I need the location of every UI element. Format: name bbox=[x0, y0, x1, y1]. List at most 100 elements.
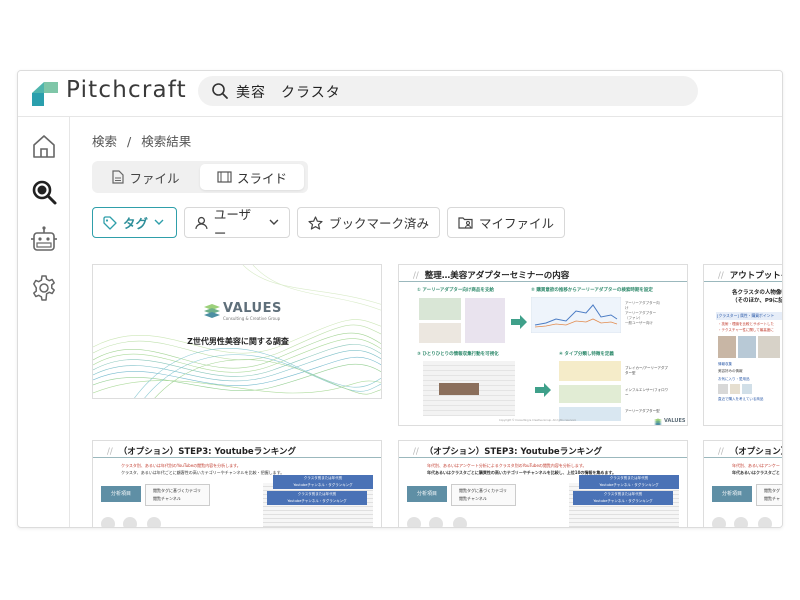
avatar bbox=[123, 517, 137, 527]
user-icon bbox=[195, 216, 208, 229]
chevron-down-icon bbox=[154, 219, 164, 225]
slide-text: ・技術・理論を比較とサポートした bbox=[718, 322, 774, 326]
breadcrumb: 検索 / 検索結果 bbox=[92, 131, 197, 150]
slide-footer-brand: VALUES bbox=[664, 418, 686, 424]
step2-chart bbox=[531, 297, 621, 333]
ranking-header: クラスタ別または年代別 Youtubeチャンネル・タグランキング bbox=[573, 491, 673, 505]
cover-title: Z世代男性美容に関する調査 bbox=[187, 337, 289, 346]
step1-product-image bbox=[465, 298, 505, 343]
home-icon[interactable] bbox=[29, 131, 59, 161]
avatar bbox=[429, 517, 443, 527]
cluster-label: [クラスター] 属性・購買ポイント bbox=[716, 312, 782, 320]
section-label: お気に入り・愛用品 bbox=[718, 377, 750, 381]
avatar bbox=[758, 517, 772, 527]
title-divider bbox=[704, 281, 782, 282]
analysis-item: 閲覧タグに基づくカテゴリ bbox=[153, 488, 201, 493]
tab-file-label: ファイル bbox=[129, 170, 180, 186]
filter-bookmark-label: ブックマーク済み bbox=[329, 216, 430, 231]
file-icon bbox=[112, 170, 125, 184]
slide-card[interactable]: VALUES Consulting & Creative Group Z世代男性… bbox=[92, 264, 382, 399]
legend-item: アーリーアダプター（ファン） bbox=[625, 311, 657, 320]
ranking-table bbox=[263, 483, 373, 527]
slide-card[interactable]: //（オプション）STEP3: Youtubeランキング 年代別、あるいはアンケ… bbox=[398, 440, 688, 527]
avatar bbox=[734, 517, 748, 527]
title-divider bbox=[399, 457, 687, 458]
analysis-item: 閲覧チャ bbox=[764, 496, 780, 501]
slide-footer: Copyright © Consulting & Creative Group.… bbox=[499, 419, 577, 422]
gear-icon[interactable] bbox=[29, 273, 59, 303]
cover-brand: VALUES bbox=[223, 301, 282, 316]
step2-heading: ② 購買意欲の推移からアーリーアダプターの検索時期を設定 bbox=[531, 288, 653, 293]
tab-slide[interactable]: スライド bbox=[200, 164, 304, 190]
avatar bbox=[101, 517, 115, 527]
filter-user[interactable]: ユーザー bbox=[184, 207, 290, 241]
slide-title: //（オプション）STEP3: Youtubeランキング bbox=[413, 447, 602, 457]
analysis-item: 閲覧タグに基づくカテゴリ bbox=[459, 488, 507, 493]
search-bar[interactable]: 美容 クラスタ bbox=[198, 76, 698, 106]
avatar bbox=[712, 517, 726, 527]
slide-title: //（オプション）STEP3: Youtubeランキング bbox=[107, 447, 296, 457]
bullet-text: 年代あるいはクラスタごと bbox=[732, 470, 780, 475]
slide-card[interactable]: //（オプション）STEP3: Youtubeランキング クラスタ別、あるいは年… bbox=[92, 440, 382, 527]
arrow-right-icon bbox=[511, 315, 527, 329]
view-toggle: ファイル スライド bbox=[92, 161, 308, 193]
search-icon bbox=[212, 83, 228, 99]
type-box bbox=[559, 361, 621, 381]
analysis-label: 分析項目 bbox=[407, 486, 447, 502]
slide-card[interactable]: //（オプション）STEP3: Youtubeランキング 年代別、あるいはアンケ… bbox=[703, 440, 782, 527]
analysis-item: 閲覧タグ bbox=[764, 488, 780, 493]
slide-text: ・テクスチャー性に関して最高度に bbox=[718, 328, 774, 332]
brand-name: Pitchcraft bbox=[66, 77, 187, 103]
slide-text: （そのほか、P9に記載 bbox=[732, 298, 782, 304]
slide-title: //整理…美容アダプターセミナーの内容 bbox=[413, 271, 570, 281]
filter-myfile[interactable]: マイファイル bbox=[447, 207, 565, 238]
ranking-header-text: Youtubeチャンネル・タグランキング bbox=[599, 483, 659, 487]
filter-bookmark[interactable]: ブックマーク済み bbox=[297, 207, 440, 238]
star-icon bbox=[308, 215, 323, 230]
wave-graphic bbox=[93, 265, 381, 398]
top-bar: Pitchcraft 美容 クラスタ bbox=[18, 71, 782, 117]
breadcrumb-root[interactable]: 検索 bbox=[92, 134, 117, 149]
arrow-right-icon bbox=[535, 383, 551, 397]
step1-product-image bbox=[419, 323, 461, 343]
title-divider bbox=[93, 457, 381, 458]
slide-card[interactable]: //整理…美容アダプターセミナーの内容 ① アーリーアダプター向け商品を支給 ②… bbox=[398, 264, 688, 426]
search-nav-icon[interactable] bbox=[29, 177, 59, 207]
main-content: 検索 / 検索結果 ファイル スライド タグ ユーザー ブックマーク済み マイフ… bbox=[71, 117, 782, 527]
filter-tag[interactable]: タグ bbox=[92, 207, 177, 238]
step3-photo bbox=[439, 383, 479, 395]
product-image bbox=[742, 384, 752, 394]
title-divider bbox=[704, 457, 782, 458]
pitchcraft-logo-icon[interactable] bbox=[30, 79, 60, 109]
avatar bbox=[147, 517, 161, 527]
chevron-down-icon bbox=[269, 219, 279, 225]
sidebar bbox=[18, 117, 70, 527]
product-image bbox=[718, 384, 728, 394]
avatar bbox=[407, 517, 421, 527]
app-window: Pitchcraft 美容 クラスタ 検索 / 検索結果 ファイル スライド タ… bbox=[17, 70, 783, 528]
slide-icon bbox=[217, 171, 232, 183]
tab-slide-label: スライド bbox=[236, 170, 287, 186]
analysis-item: 閲覧チャンネル bbox=[153, 496, 181, 501]
slide-card[interactable]: //アウトプットイメ 各クラスタの人物像特性 （そのほか、P9に記載 [クラスタ… bbox=[703, 264, 782, 426]
search-input[interactable]: 美容 クラスタ bbox=[236, 82, 341, 102]
type-label: ブレイカー/アーリーアダプター型 bbox=[625, 366, 668, 375]
ranking-header: クラスタ別または年代別 Youtubeチャンネル・タグランキング bbox=[579, 475, 679, 489]
bullet-text: クラスタ別、あるいは年代別のYouTubeの閲覧内容を分析します。 bbox=[121, 463, 241, 468]
legend-item: 一般ユーザー向け bbox=[625, 321, 653, 325]
type-box bbox=[559, 385, 621, 403]
analysis-item: 閲覧チャンネル bbox=[459, 496, 487, 501]
values-logo-icon bbox=[204, 304, 220, 318]
breadcrumb-separator: / bbox=[127, 134, 132, 149]
legend-item: アーリーアダプター向け bbox=[625, 301, 660, 310]
photo bbox=[738, 336, 756, 358]
filter-user-label: ユーザー bbox=[213, 206, 252, 241]
analysis-label: 分析項目 bbox=[101, 486, 141, 502]
section-label: 直近で購入を考えている商品 bbox=[718, 397, 764, 401]
filter-myfile-label: マイファイル bbox=[479, 216, 555, 231]
robot-icon[interactable] bbox=[29, 225, 59, 255]
ranking-header-text: クラスタ別または年代別 bbox=[303, 476, 343, 480]
slide-title: //アウトプットイメ bbox=[718, 271, 782, 281]
tab-file[interactable]: ファイル bbox=[96, 164, 196, 190]
type-label: インフルエンサー/フォロワー bbox=[625, 388, 669, 397]
